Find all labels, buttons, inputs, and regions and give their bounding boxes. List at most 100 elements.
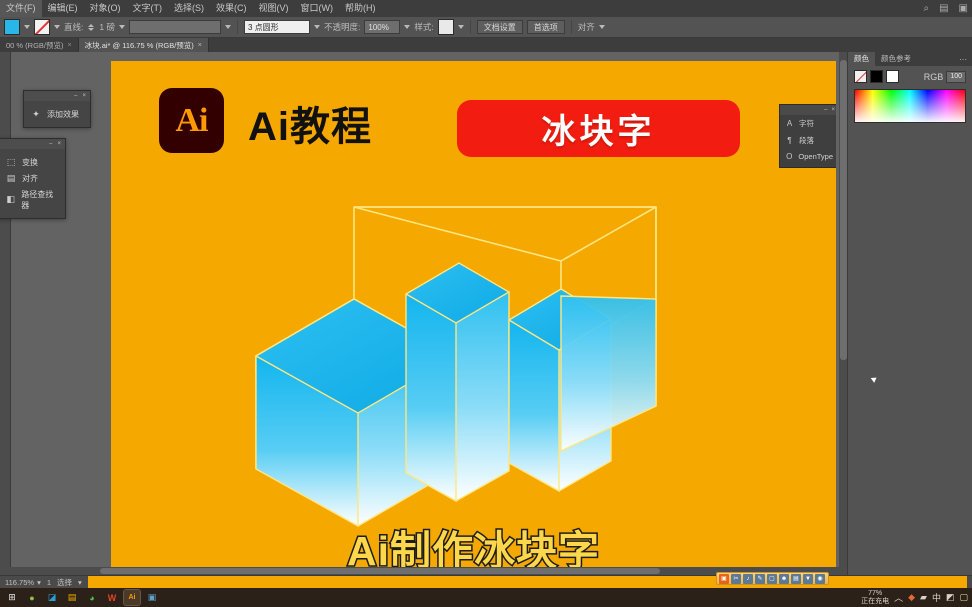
preferences-button[interactable]: 首选项 xyxy=(526,20,565,34)
menu-item-effect[interactable]: 效果(C) xyxy=(210,0,253,17)
audio-button[interactable]: ♪ xyxy=(743,573,753,584)
status-tool-label[interactable]: 选择 xyxy=(57,577,72,588)
fill-dropdown-icon[interactable] xyxy=(24,25,30,29)
record-button[interactable]: ▣ xyxy=(719,573,729,584)
document-tab-1[interactable]: 00 % (RGB/预览) × xyxy=(0,38,79,52)
panel-item-opentype[interactable]: O OpenType xyxy=(780,149,836,164)
stroke-weight-stepper[interactable] xyxy=(87,23,95,31)
divider-2 xyxy=(469,20,471,34)
tool-panel-edge[interactable] xyxy=(0,52,11,575)
menu-item-help[interactable]: 帮助(H) xyxy=(339,0,382,17)
arrange-documents-icon[interactable]: ▤ xyxy=(939,3,948,14)
user-button[interactable]: ☻ xyxy=(779,573,789,584)
panel-item-paragraph[interactable]: ¶ 段落 xyxy=(780,132,836,149)
close-icon[interactable]: × xyxy=(82,93,86,99)
app-blue-icon[interactable]: ◪ xyxy=(44,590,60,605)
color-swatch-row: RGB 100 xyxy=(848,66,972,87)
app-green-icon[interactable]: ● xyxy=(24,590,40,605)
artboard[interactable]: Ai Ai教程 冰块字 Ai制作冰块字 – × A 字符 ¶ 段落 O Open… xyxy=(111,61,836,581)
close-icon[interactable]: × xyxy=(57,141,61,147)
opentype-icon: O xyxy=(786,152,793,161)
screen-recorder-toolbar[interactable]: ▣ ✂ ♪ ✎ ▢ ☻ ▤ ▼ ◉ xyxy=(716,572,829,585)
shape-dropdown-icon[interactable] xyxy=(313,25,320,29)
minimize-icon[interactable]: – xyxy=(74,93,77,99)
panel-item-pathfinder[interactable]: ◧ 路径查找器 xyxy=(6,186,58,213)
search-icon[interactable]: ⌕ xyxy=(923,3,929,14)
brush-definition-field[interactable] xyxy=(128,20,221,34)
dock-menu-icon[interactable]: ⋯ xyxy=(959,55,972,64)
settings-button[interactable]: ◉ xyxy=(815,573,825,584)
battery-status[interactable]: 77% 正在充电 xyxy=(861,590,889,606)
close-icon[interactable]: × xyxy=(198,42,202,49)
zoom-level-display[interactable]: 116.75% ▾ xyxy=(5,578,41,587)
file-explorer-icon[interactable]: ▤ xyxy=(64,590,80,605)
chevron-down-icon-2[interactable]: ▾ xyxy=(78,578,82,587)
artboard-number[interactable]: 1 xyxy=(47,578,51,587)
wechat-icon[interactable]: ◕ xyxy=(84,590,100,605)
wps-icon[interactable]: W xyxy=(104,590,120,605)
stroke-weight-dropdown-icon[interactable] xyxy=(118,25,125,29)
character-panel[interactable]: – × A 字符 ¶ 段落 O OpenType xyxy=(779,104,836,168)
menu-item-edit[interactable]: 编辑(E) xyxy=(42,0,84,17)
menu-item-type[interactable]: 文字(T) xyxy=(127,0,169,17)
chevron-up-icon[interactable]: ︿ xyxy=(894,591,903,604)
align-icon[interactable]: 对齐 xyxy=(578,21,595,33)
horizontal-scrollbar[interactable] xyxy=(10,567,839,575)
stroke-weight-value[interactable]: 1 磅 xyxy=(99,21,115,33)
style-swatch[interactable] xyxy=(437,19,454,35)
brush-dropdown-icon[interactable] xyxy=(224,25,231,29)
white-swatch[interactable] xyxy=(886,70,899,83)
menu-item-object[interactable]: 对象(O) xyxy=(84,0,127,17)
effects-panel[interactable]: – × ✦ 添加效果 xyxy=(23,90,91,128)
webcam-button[interactable]: ▢ xyxy=(767,573,777,584)
start-button[interactable]: ⊞ xyxy=(4,590,20,605)
ime-icon[interactable]: 中 xyxy=(932,591,941,604)
panel-item-add-effect[interactable]: ✦ 添加效果 xyxy=(31,106,83,122)
battery-label: 正在充电 xyxy=(861,597,890,605)
black-swatch[interactable] xyxy=(870,70,883,83)
style-dropdown-icon[interactable] xyxy=(457,25,464,29)
document-tab-2[interactable]: 冰块.ai* @ 116.75 % (RGB/预览) × xyxy=(78,38,209,52)
right-dock: 颜色 颜色参考 ⋯ RGB 100 xyxy=(847,52,972,575)
illustrator-icon[interactable]: Ai xyxy=(123,589,141,606)
tab-color-guide[interactable]: 颜色参考 xyxy=(875,52,917,66)
screenshot-button[interactable]: ✂ xyxy=(731,573,741,584)
security-icon[interactable]: ◆ xyxy=(908,592,915,603)
notes-button[interactable]: ▤ xyxy=(791,573,801,584)
stroke-dropdown-icon[interactable] xyxy=(54,25,60,29)
vertical-scrollbar-thumb[interactable] xyxy=(840,60,847,360)
minimize-icon[interactable]: – xyxy=(49,141,52,147)
menu-bar: 文件(F) 编辑(E) 对象(O) 文字(T) 选择(S) 效果(C) 视图(V… xyxy=(0,0,972,17)
volume-icon[interactable]: ◩ xyxy=(946,592,955,603)
menu-item-view[interactable]: 视图(V) xyxy=(253,0,295,17)
panel-item-character[interactable]: A 字符 xyxy=(780,115,836,132)
tab-color[interactable]: 颜色 xyxy=(848,52,875,66)
close-icon[interactable]: × xyxy=(831,107,835,113)
none-swatch[interactable] xyxy=(854,70,867,83)
filter-button[interactable]: ▼ xyxy=(803,573,813,584)
fill-color-swatch[interactable] xyxy=(4,19,20,35)
panel-item-align[interactable]: ▤ 对齐 xyxy=(6,170,58,186)
align-dropdown-icon[interactable] xyxy=(598,25,605,29)
stroke-color-swatch[interactable] xyxy=(34,19,50,35)
chevron-down-icon[interactable]: ▾ xyxy=(37,578,41,587)
menu-item-file[interactable]: 文件(F) xyxy=(0,0,42,17)
opacity-field[interactable]: 100% xyxy=(364,20,401,34)
shape-tool-field[interactable]: 3 点圆形 xyxy=(243,20,310,34)
menu-item-window[interactable]: 窗口(W) xyxy=(295,0,340,17)
panel-item-transform[interactable]: ⬚ 变换 xyxy=(6,154,58,170)
document-setup-button[interactable]: 文档设置 xyxy=(476,20,523,34)
color-percent-chip[interactable]: 100 xyxy=(946,70,966,83)
media-icon[interactable]: ▣ xyxy=(144,590,160,605)
workspace-switcher-icon[interactable]: ▣ xyxy=(959,3,968,14)
draw-button[interactable]: ✎ xyxy=(755,573,765,584)
color-spectrum-strip[interactable] xyxy=(854,89,966,123)
network-icon[interactable]: ▰ xyxy=(920,592,927,603)
menu-item-select[interactable]: 选择(S) xyxy=(168,0,210,17)
minimize-icon[interactable]: – xyxy=(824,107,827,113)
notification-icon[interactable]: ▢ xyxy=(959,592,968,603)
close-icon[interactable]: × xyxy=(68,42,72,49)
horizontal-scrollbar-thumb[interactable] xyxy=(100,568,660,574)
opacity-dropdown-icon[interactable] xyxy=(404,25,411,29)
transform-align-panel[interactable]: – × ⬚ 变换 ▤ 对齐 ◧ 路径查找器 xyxy=(0,138,66,219)
